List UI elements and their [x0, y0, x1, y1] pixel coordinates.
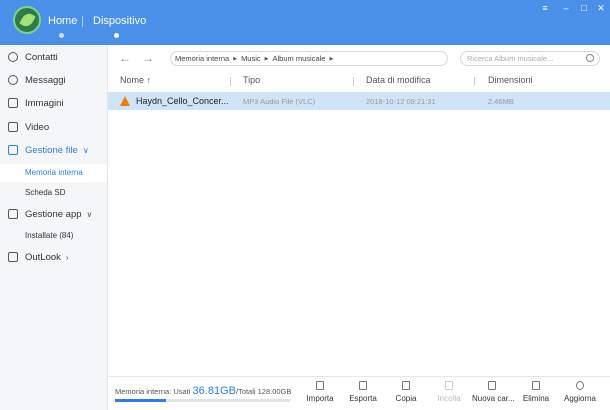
table-row[interactable]: Haydn_Cello_Concer... MP3 Audio File (VL… — [108, 92, 610, 110]
vlc-file-icon — [120, 96, 130, 106]
new-folder-label: Nuova car... — [472, 394, 515, 403]
app-header: Home Dispositivo ≡ – □ ✕ — [0, 0, 610, 45]
copy-label: Copia — [395, 394, 417, 403]
storage-prefix: Memoria interna: Usati — [115, 387, 193, 396]
sidebar-subitem-installate[interactable]: Installate (84) — [0, 227, 107, 245]
sidebar-item-label: Contatti — [25, 51, 58, 63]
import-label: Importa — [306, 394, 334, 403]
tab-dispositivo-indicator — [114, 33, 119, 38]
video-icon — [8, 122, 18, 132]
file-size: 2.46MB — [488, 97, 514, 106]
sidebar-item-gestione-file[interactable]: Gestione file ∨ — [0, 139, 107, 161]
file-date: 2018-10-12 09:21:31 — [366, 97, 436, 106]
forward-arrow-icon[interactable]: → — [142, 51, 154, 65]
breadcrumb: Memoria interna ▶ Music ▶ Album musicale… — [170, 51, 448, 66]
sidebar-item-label: Messaggi — [25, 74, 66, 86]
chevron-down-icon: ∨ — [86, 209, 93, 219]
sidebar-item-contatti[interactable]: Contatti — [0, 46, 107, 68]
refresh-icon — [576, 381, 584, 390]
sidebar-item-label: Video — [25, 121, 50, 133]
sidebar-item-label: Gestione app — [25, 208, 82, 220]
breadcrumb-item[interactable]: Album musicale — [273, 54, 326, 63]
person-icon — [8, 52, 18, 62]
trash-icon — [532, 381, 540, 390]
storage-progress-fill — [115, 399, 166, 402]
copy-icon — [402, 381, 410, 390]
menu-icon[interactable]: ≡ — [540, 3, 550, 13]
refresh-label: Aggiorna — [563, 394, 597, 403]
delete-button[interactable]: Elimina — [516, 381, 556, 403]
search-placeholder: Ricerca Album musicale... — [467, 54, 554, 63]
paste-button[interactable]: Incolla — [429, 381, 469, 403]
column-divider[interactable] — [474, 77, 475, 86]
image-icon — [8, 98, 18, 108]
storage-progress-bar — [115, 399, 290, 402]
storage-used: 36.81GB — [192, 385, 236, 397]
column-header-tipo[interactable]: Tipo — [243, 75, 260, 85]
mail-icon — [8, 252, 18, 262]
sidebar-item-outlook[interactable]: OutLook › — [0, 246, 107, 268]
tab-divider — [82, 16, 83, 27]
export-label: Esporta — [349, 394, 377, 403]
storage-total: /Totali 128.00GB — [235, 387, 292, 396]
apps-icon — [8, 209, 18, 219]
paste-icon — [445, 381, 453, 390]
new-folder-button[interactable]: Nuova car... — [472, 381, 515, 403]
app-logo — [13, 6, 41, 34]
breadcrumb-arrow-icon: ▶ — [233, 55, 238, 62]
breadcrumb-arrow-icon: ▶ — [329, 55, 334, 62]
breadcrumb-item[interactable]: Memoria interna — [175, 54, 229, 63]
sidebar-item-label: OutLook — [25, 251, 61, 263]
folder-icon — [8, 145, 18, 155]
column-divider[interactable] — [353, 77, 354, 86]
footer-bar: Memoria interna: Usati 36.81GB/Totali 12… — [108, 376, 610, 410]
back-arrow-icon[interactable]: ← — [119, 51, 131, 65]
import-button[interactable]: Importa — [300, 381, 340, 403]
column-header-data[interactable]: Data di modifica — [366, 75, 431, 85]
breadcrumb-arrow-icon: ▶ — [264, 55, 269, 62]
paste-label: Incolla — [437, 394, 461, 403]
minimize-icon[interactable]: – — [561, 3, 571, 13]
column-header-dimensioni[interactable]: Dimensioni — [488, 75, 533, 85]
column-divider[interactable] — [230, 77, 231, 86]
search-icon[interactable] — [586, 54, 594, 62]
export-button[interactable]: Esporta — [343, 381, 383, 403]
sidebar-item-label: Gestione file — [25, 144, 78, 156]
sidebar-item-messaggi[interactable]: Messaggi — [0, 69, 107, 91]
sidebar-item-video[interactable]: Video — [0, 116, 107, 138]
new-folder-icon — [488, 381, 496, 390]
sidebar-subitem-scheda-sd[interactable]: Scheda SD — [0, 184, 107, 202]
tab-dispositivo[interactable]: Dispositivo — [93, 15, 146, 27]
file-name: Haydn_Cello_Concer... — [136, 96, 229, 106]
maximize-icon[interactable]: □ — [579, 3, 589, 13]
tab-home[interactable]: Home — [48, 15, 77, 27]
chevron-down-icon: ∨ — [82, 145, 89, 155]
chat-icon — [8, 75, 18, 85]
search-input[interactable]: Ricerca Album musicale... — [460, 51, 600, 66]
tab-home-indicator — [59, 33, 64, 38]
refresh-button[interactable]: Aggiorna — [560, 381, 600, 403]
table-header: Nome ↑ Tipo Data di modifica Dimensioni — [108, 71, 610, 91]
copy-button[interactable]: Copia — [386, 381, 426, 403]
file-type: MP3 Audio File (VLC) — [243, 97, 316, 106]
export-icon — [359, 381, 367, 390]
sidebar: Contatti Messaggi Immagini Video Gestion… — [0, 45, 108, 410]
column-header-nome[interactable]: Nome ↑ — [120, 75, 151, 85]
sidebar-subitem-memoria-interna[interactable]: Memoria interna — [0, 164, 107, 182]
delete-label: Elimina — [522, 394, 550, 403]
sidebar-item-label: Immagini — [25, 97, 64, 109]
sidebar-item-immagini[interactable]: Immagini — [0, 92, 107, 114]
chevron-right-icon: › — [65, 252, 69, 262]
storage-info: Memoria interna: Usati 36.81GB/Totali 12… — [115, 385, 291, 397]
sidebar-item-gestione-app[interactable]: Gestione app ∨ — [0, 203, 107, 225]
import-icon — [316, 381, 324, 390]
breadcrumb-item[interactable]: Music — [241, 54, 261, 63]
close-icon[interactable]: ✕ — [596, 3, 606, 13]
